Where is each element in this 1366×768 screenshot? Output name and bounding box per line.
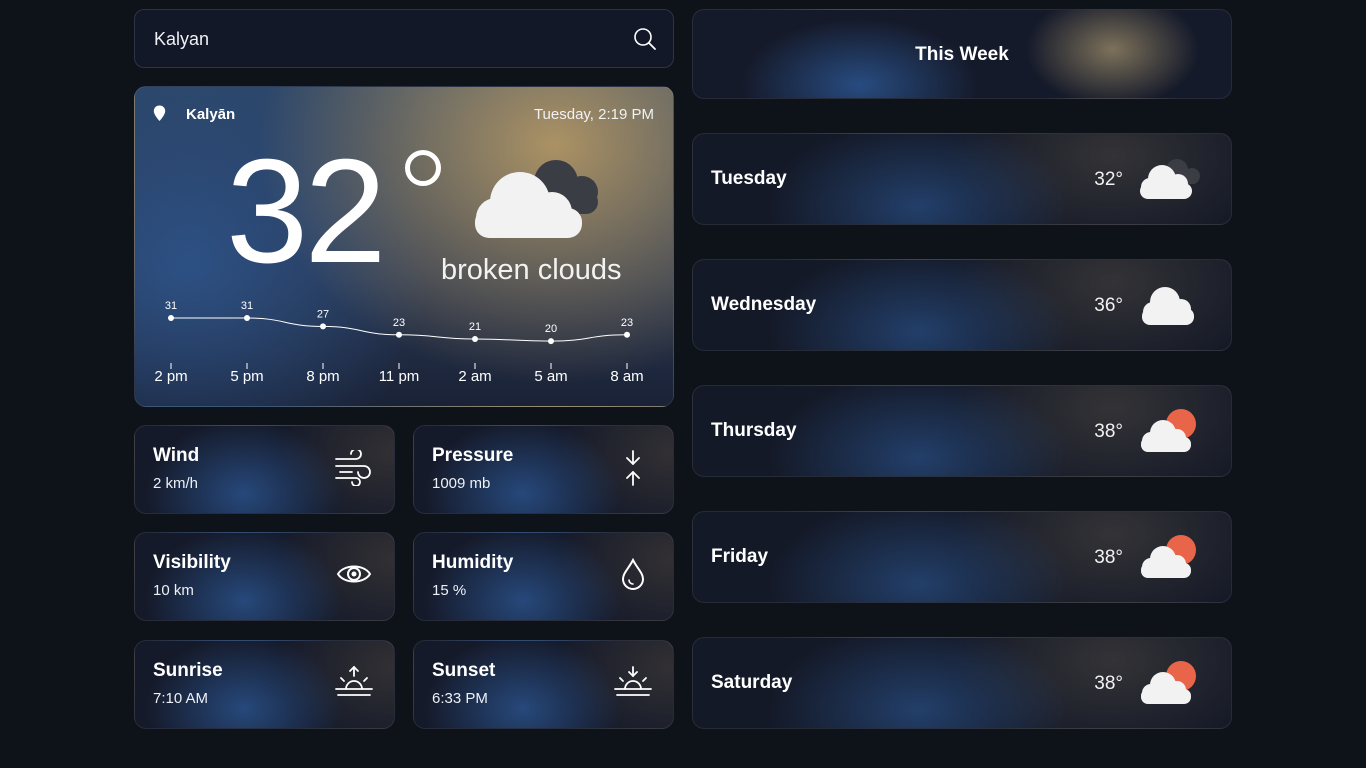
location-pin-icon <box>153 105 166 121</box>
wind-value: 2 km/h <box>153 475 199 492</box>
broken-clouds-icon <box>1140 159 1200 199</box>
visibility-title: Visibility <box>153 552 231 573</box>
hourly-time-label: 5 pm <box>230 368 263 385</box>
location-name: Kalyān <box>186 106 236 123</box>
hourly-time-label: 2 am <box>458 368 491 385</box>
droplet-icon <box>621 558 645 590</box>
sunset-value: 6:33 PM <box>432 690 488 707</box>
wind-icon <box>335 450 371 486</box>
degree-symbol <box>405 150 441 186</box>
hourly-point <box>396 331 402 338</box>
day-temp: 36° <box>1094 295 1123 316</box>
wind-tile: Wind 2 km/h <box>134 425 395 514</box>
humidity-title: Humidity <box>432 552 514 573</box>
partly-cloudy-icon <box>1141 535 1196 578</box>
hourly-point <box>320 323 326 330</box>
sunset-tile: Sunset 6:33 PM <box>413 640 674 729</box>
partly-cloudy-icon <box>1141 409 1196 452</box>
eye-icon <box>336 565 372 583</box>
day-row-saturday[interactable]: Saturday 38° <box>692 637 1232 729</box>
hourly-temperature-chart: 31 2 pm 31 5 pm 27 8 pm 23 11 pm 21 2 am 20 5 am 23 8… <box>154 300 643 385</box>
sunrise-tile: Sunrise 7:10 AM <box>134 640 395 729</box>
day-name: Saturday <box>711 672 793 693</box>
day-name: Tuesday <box>711 168 787 189</box>
partly-cloudy-icon <box>1141 661 1196 704</box>
day-temp: 38° <box>1094 673 1123 694</box>
hourly-point <box>548 338 554 345</box>
visibility-value: 10 km <box>153 582 194 599</box>
search-icon[interactable] <box>633 27 657 51</box>
hourly-temp-label: 31 <box>165 300 177 312</box>
hourly-time-label: 11 pm <box>379 368 420 385</box>
pressure-title: Pressure <box>432 445 514 466</box>
day-temp: 32° <box>1094 169 1123 190</box>
hourly-point <box>244 315 250 321</box>
sunrise-icon <box>335 665 373 696</box>
pressure-value: 1009 mb <box>432 475 491 492</box>
day-temp: 38° <box>1094 421 1123 442</box>
hourly-point <box>168 315 174 321</box>
week-title: This Week <box>915 44 1009 65</box>
current-datetime: Tuesday, 2:19 PM <box>533 106 654 123</box>
sunset-icon <box>614 666 652 696</box>
hourly-time-label: 8 am <box>610 368 643 385</box>
hourly-time-label: 8 pm <box>306 368 339 385</box>
search-input[interactable] <box>154 26 614 52</box>
day-row-thursday[interactable]: Thursday 38° <box>692 385 1232 477</box>
visibility-tile: Visibility 10 km <box>134 532 395 621</box>
day-row-friday[interactable]: Friday 38° <box>692 511 1232 603</box>
hourly-temp-label: 23 <box>393 317 405 329</box>
search-bar <box>134 9 674 68</box>
humidity-tile: Humidity 15 % <box>413 532 674 621</box>
pressure-tile: Pressure 1009 mb <box>413 425 674 514</box>
day-name: Thursday <box>711 420 797 441</box>
hourly-temp-label: 20 <box>545 323 557 335</box>
hourly-point <box>472 336 478 342</box>
hourly-temp-label: 27 <box>317 308 329 320</box>
weather-description: broken clouds <box>441 254 622 286</box>
cloud-icon <box>1142 287 1194 325</box>
wind-title: Wind <box>153 445 200 466</box>
sunrise-value: 7:10 AM <box>153 690 209 707</box>
sunset-title: Sunset <box>432 660 496 681</box>
hourly-time-label: 5 am <box>534 368 567 385</box>
day-row-tuesday[interactable]: Tuesday 32° <box>692 133 1232 225</box>
hourly-temp-label: 21 <box>469 321 481 333</box>
current-temperature: 32 <box>226 129 387 294</box>
hourly-temp-label: 31 <box>241 300 253 312</box>
day-temp: 38° <box>1094 547 1123 568</box>
hourly-time-label: 2 pm <box>154 368 187 385</box>
day-name: Wednesday <box>711 294 817 315</box>
pressure-icon <box>626 450 640 486</box>
broken-clouds-icon <box>475 160 598 238</box>
day-name: Friday <box>711 546 769 567</box>
day-row-wednesday[interactable]: Wednesday 36° <box>692 259 1232 351</box>
sunrise-title: Sunrise <box>153 660 223 681</box>
hourly-temp-label: 23 <box>621 317 633 329</box>
hourly-point <box>624 331 630 338</box>
humidity-value: 15 % <box>432 582 467 599</box>
week-header-card: This Week <box>692 9 1232 99</box>
